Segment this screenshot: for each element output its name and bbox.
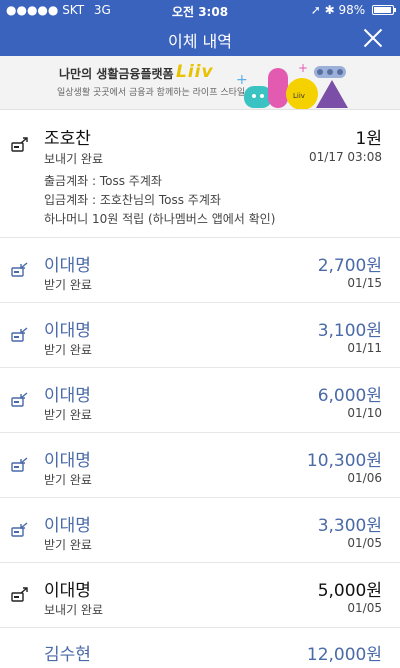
receive-transfer-icon bbox=[11, 522, 28, 537]
banner-headline: 나만의 생활금융플랫폼 bbox=[59, 67, 174, 81]
battery-area: ➚ ✱ 98% bbox=[310, 3, 396, 17]
transfer-amount: 2,700원 bbox=[317, 256, 382, 276]
transaction-row[interactable]: 이대명 받기 완료 2,700원 01/15 bbox=[0, 238, 400, 303]
transfer-amount: 5,000원 bbox=[317, 581, 382, 601]
receive-transfer-icon bbox=[11, 327, 28, 342]
transfer-history-list: 조호찬 보내기 완료 1원 01/17 03:08 출금계좌 : Toss 주계… bbox=[0, 110, 400, 668]
transfer-amount: 12,000원 bbox=[306, 645, 382, 665]
counterparty-name: 이대명 bbox=[44, 386, 91, 406]
transaction-row-partial[interactable]: 김수현 12,000원 bbox=[0, 628, 400, 668]
counterparty-name: 이대명 bbox=[44, 256, 91, 276]
transfer-date: 01/11 bbox=[347, 341, 382, 355]
counterparty-name: 이대명 bbox=[44, 516, 91, 536]
transfer-date: 01/10 bbox=[347, 406, 382, 420]
counterparty-name: 이대명 bbox=[44, 581, 91, 601]
send-transfer-icon bbox=[11, 137, 28, 152]
counterparty-name: 이대명 bbox=[44, 321, 91, 341]
ad-banner[interactable]: 나만의 생활금융플랫폼 Liiv 일상생활 곳곳에서 금융과 함께하는 라이프 … bbox=[0, 56, 400, 110]
transfer-amount: 10,300원 bbox=[306, 451, 382, 471]
transfer-status: 받기 완료 bbox=[44, 408, 92, 422]
transfer-date: 01/05 bbox=[347, 601, 382, 615]
svg-text:+: + bbox=[236, 72, 248, 88]
svg-text:Liiv: Liiv bbox=[293, 92, 305, 100]
receive-transfer-icon bbox=[11, 457, 28, 472]
transaction-row[interactable]: 이대명 보내기 완료 5,000원 01/05 bbox=[0, 563, 400, 628]
transfer-amount: 6,000원 bbox=[317, 386, 382, 406]
receive-transfer-icon bbox=[11, 262, 28, 277]
counterparty-name: 이대명 bbox=[44, 451, 91, 471]
banner-character-art: + + Liiv bbox=[236, 61, 348, 109]
page-title: 이체 내역 bbox=[168, 32, 232, 51]
transaction-row[interactable]: 이대명 받기 완료 6,000원 01/10 bbox=[0, 368, 400, 433]
transfer-date: 01/06 bbox=[347, 471, 382, 485]
send-transfer-icon bbox=[11, 587, 28, 602]
transfer-amount: 3,100원 bbox=[317, 321, 382, 341]
receive-transfer-icon bbox=[11, 392, 28, 407]
battery-icon bbox=[372, 5, 396, 15]
transaction-row-expanded[interactable]: 조호찬 보내기 완료 1원 01/17 03:08 출금계좌 : Toss 주계… bbox=[0, 110, 400, 238]
bluetooth-icon: ✱ bbox=[324, 3, 335, 17]
transaction-row[interactable]: 이대명 받기 완료 3,100원 01/11 bbox=[0, 303, 400, 368]
withdraw-account: 출금계좌 : Toss 주계좌 bbox=[44, 174, 162, 188]
battery-percent: 98% bbox=[338, 3, 366, 17]
transaction-row[interactable]: 이대명 받기 완료 10,300원 01/06 bbox=[0, 433, 400, 498]
transfer-status: 받기 완료 bbox=[44, 473, 92, 487]
nav-bar: 이체 내역 bbox=[0, 20, 400, 56]
transfer-status: 보내기 완료 bbox=[44, 152, 104, 166]
transfer-status: 받기 완료 bbox=[44, 343, 92, 357]
transfer-status: 보내기 완료 bbox=[44, 603, 104, 617]
transfer-date: 01/15 bbox=[347, 276, 382, 290]
status-bar: ●●●●● SKT 3G 오전 3:08 ➚ ✱ 98% bbox=[0, 0, 400, 20]
location-icon: ➚ bbox=[310, 3, 321, 17]
transfer-amount: 1원 bbox=[355, 129, 382, 149]
banner-subtitle: 일상생활 곳곳에서 금융과 함께하는 라이프 스타일 bbox=[57, 88, 246, 98]
transfer-status: 받기 완료 bbox=[44, 278, 92, 292]
transfer-status: 받기 완료 bbox=[44, 538, 92, 552]
reward-note: 하나머니 10원 적립 (하나멤버스 앱에서 확인) bbox=[44, 212, 276, 226]
close-icon[interactable] bbox=[362, 27, 384, 49]
svg-text:+: + bbox=[298, 61, 308, 75]
transfer-date: 01/17 03:08 bbox=[309, 150, 382, 164]
counterparty-name: 조호찬 bbox=[44, 129, 91, 149]
counterparty-name: 김수현 bbox=[44, 645, 91, 665]
transfer-date: 01/05 bbox=[347, 536, 382, 550]
transfer-details: 출금계좌 : Toss 주계좌 입금계좌 : 조호찬님의 Toss 주계좌 하나… bbox=[44, 172, 275, 229]
deposit-account: 입금계좌 : 조호찬님의 Toss 주계좌 bbox=[44, 193, 221, 207]
banner-brand: Liiv bbox=[176, 62, 214, 82]
transaction-row[interactable]: 이대명 받기 완료 3,300원 01/05 bbox=[0, 498, 400, 563]
transfer-amount: 3,300원 bbox=[317, 516, 382, 536]
